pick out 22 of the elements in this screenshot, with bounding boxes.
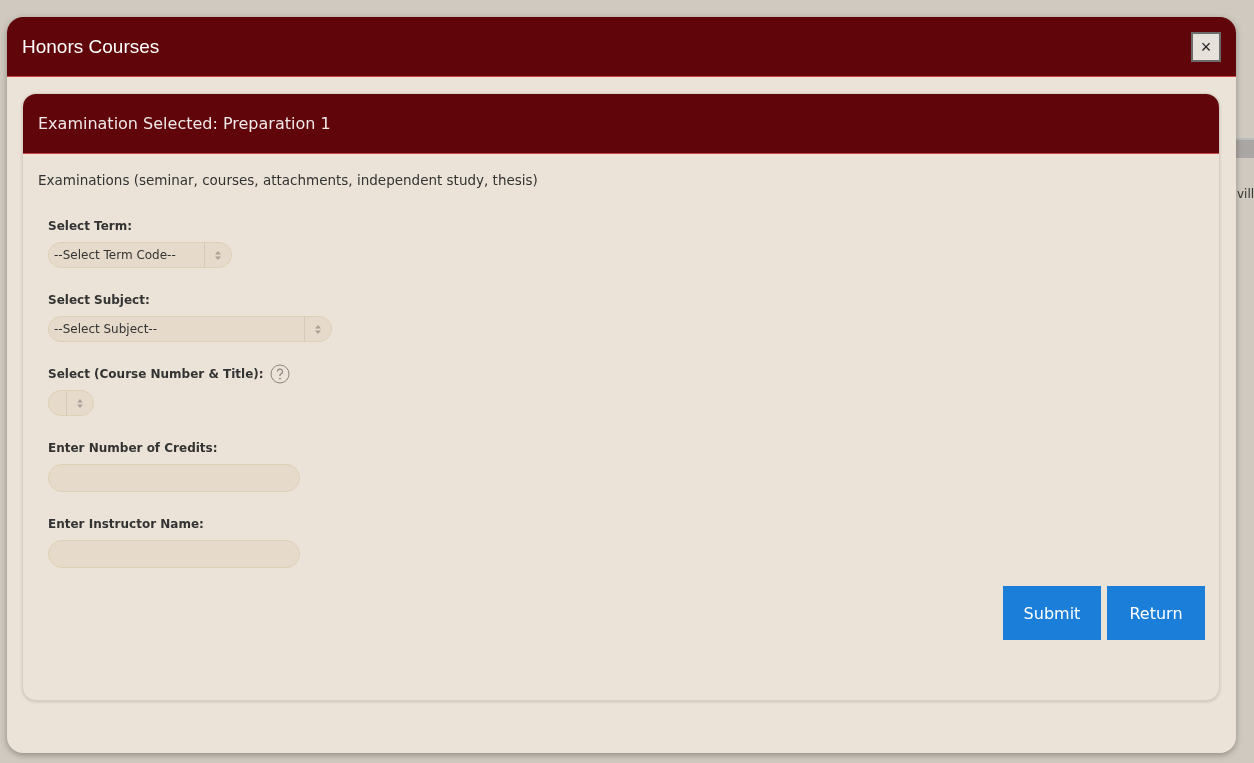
close-button[interactable]: ×: [1191, 31, 1221, 62]
input-field[interactable]: [48, 540, 300, 568]
field-label: Select Term:: [48, 219, 132, 233]
updown-icon: [77, 398, 83, 408]
field-label: Enter Instructor Name:: [48, 517, 204, 531]
input-field[interactable]: [48, 464, 300, 492]
dialog-title: Honors Courses: [22, 35, 160, 58]
field-label: Enter Number of Credits:: [48, 441, 218, 455]
updown-icon: [215, 250, 221, 260]
description-text: Examinations (seminar, courses, attachments, independent study, thesis): [38, 172, 539, 188]
field-label: Select Subject:: [48, 293, 150, 307]
help-icon[interactable]: [269, 364, 290, 384]
panel-title: Examination Selected: Preparation 1: [38, 114, 331, 133]
select-dropdown[interactable]: --Select Subject--: [48, 316, 332, 342]
select-dropdown[interactable]: --Select Term Code--: [48, 242, 232, 268]
return-button[interactable]: Return: [1107, 586, 1205, 640]
background-text: vill: [1237, 187, 1254, 201]
field-label: Select (Course Number & Title):: [48, 367, 264, 381]
background-bar: [1236, 138, 1254, 158]
select-dropdown[interactable]: [48, 390, 94, 416]
updown-icon: [315, 324, 321, 334]
submit-button[interactable]: Submit: [1003, 586, 1101, 640]
